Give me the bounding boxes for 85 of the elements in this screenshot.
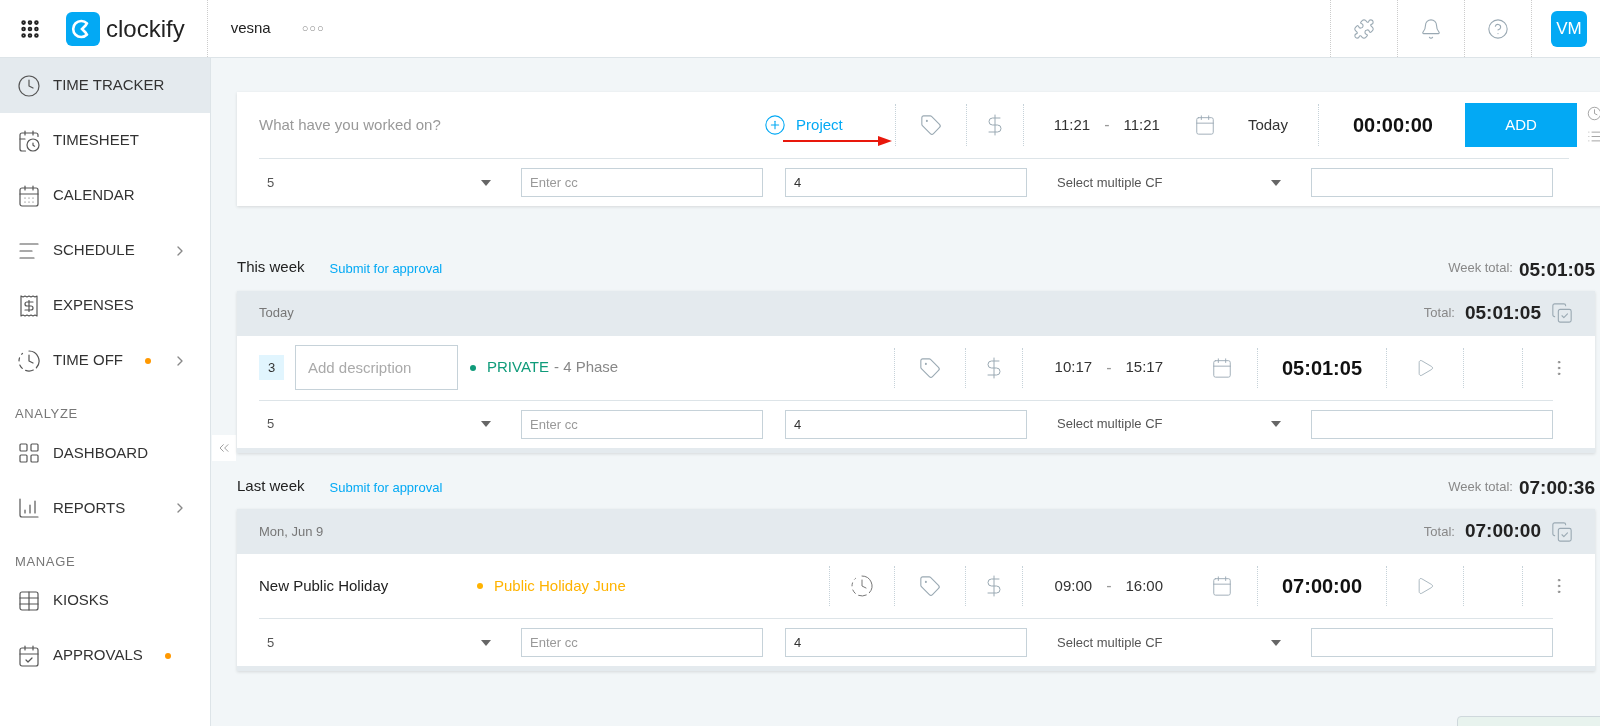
day-total-label: Total: bbox=[1423, 522, 1455, 541]
date-label[interactable]: Today bbox=[1247, 113, 1318, 137]
dropdown[interactable]: 5 bbox=[259, 409, 499, 439]
calendar-clock-icon bbox=[17, 128, 41, 153]
clock-icon bbox=[849, 574, 874, 598]
caret-icon bbox=[1271, 639, 1281, 646]
grid-icon bbox=[17, 441, 41, 465]
calendar-check-icon bbox=[17, 643, 41, 668]
dropdown[interactable]: Select multiple CF bbox=[1049, 409, 1289, 439]
duration[interactable]: 07:00:00 bbox=[1258, 571, 1386, 601]
day-total: 07:00:00 bbox=[1464, 519, 1541, 544]
logo-text: clockify bbox=[106, 13, 185, 44]
week-total: 07:00:36 bbox=[1518, 478, 1595, 497]
caret-icon bbox=[1271, 179, 1281, 186]
input-field[interactable] bbox=[1311, 409, 1553, 439]
bar-chart-icon bbox=[17, 496, 41, 520]
logo-icon bbox=[66, 11, 100, 46]
collapse-button[interactable] bbox=[212, 435, 236, 461]
input-field[interactable]: 4 bbox=[785, 409, 1027, 439]
caret-icon bbox=[481, 421, 491, 427]
caret-icon bbox=[1271, 421, 1281, 427]
tag-icon[interactable] bbox=[919, 114, 942, 136]
calendar-icon bbox=[17, 183, 41, 208]
apps-icon[interactable] bbox=[19, 17, 41, 40]
input-field[interactable]: 4 bbox=[785, 628, 1027, 657]
day-label: Today bbox=[259, 304, 294, 323]
description-field[interactable]: What have you worked on? bbox=[259, 113, 659, 137]
section-heading: ANALYZE bbox=[14, 405, 79, 423]
week-total: 05:01:05 bbox=[1518, 259, 1595, 279]
calendar-icon[interactable] bbox=[1211, 575, 1233, 597]
duration: 00:00:00 bbox=[1352, 113, 1433, 138]
start-time[interactable]: 11:21 bbox=[1053, 113, 1091, 137]
week-label: Last week bbox=[237, 475, 305, 496]
bulk-edit-icon[interactable] bbox=[1551, 520, 1573, 543]
count-badge[interactable]: 3 bbox=[259, 355, 284, 380]
clock-icon bbox=[17, 348, 41, 373]
clock-icon bbox=[17, 73, 41, 98]
plus-icon bbox=[764, 114, 787, 136]
week-total-label: Week total: bbox=[1448, 259, 1513, 277]
dropdown[interactable]: Select multiple CF bbox=[1049, 628, 1289, 657]
time-separator: - bbox=[1106, 357, 1112, 378]
entry-description[interactable]: New Public Holiday bbox=[259, 574, 465, 598]
input-field[interactable] bbox=[1311, 628, 1553, 657]
description-field[interactable]: Add description bbox=[295, 345, 458, 390]
start-time[interactable]: 10:17 bbox=[1054, 356, 1093, 379]
list-icon[interactable] bbox=[1586, 129, 1600, 144]
time-separator: - bbox=[1106, 576, 1112, 596]
more-menu[interactable]: ○○○ bbox=[301, 20, 325, 37]
end-time[interactable]: 15:17 bbox=[1125, 356, 1163, 379]
table-icon bbox=[17, 588, 41, 613]
tag-icon[interactable] bbox=[918, 356, 941, 379]
end-time[interactable]: 16:00 bbox=[1125, 574, 1163, 598]
input-field[interactable]: 4 bbox=[785, 168, 1027, 197]
end-time[interactable]: 11:21 bbox=[1123, 113, 1160, 137]
dropdown[interactable]: Select multiple CF bbox=[1049, 168, 1289, 197]
day-label: Mon, Jun 9 bbox=[259, 522, 324, 541]
bulk-edit-icon[interactable] bbox=[1551, 302, 1573, 324]
section-heading: MANAGE bbox=[14, 552, 77, 571]
week-total-label: Week total: bbox=[1448, 477, 1513, 496]
project-label[interactable]: PRIVATE bbox=[487, 356, 549, 379]
tag-icon[interactable] bbox=[918, 575, 941, 597]
calendar-icon[interactable] bbox=[1211, 356, 1233, 379]
nav-item[interactable]: TIME TRACKER bbox=[0, 58, 210, 113]
start-time[interactable]: 09:00 bbox=[1054, 574, 1093, 598]
help-icon[interactable] bbox=[1487, 17, 1509, 40]
caret-icon bbox=[481, 179, 491, 186]
input-field[interactable] bbox=[1311, 168, 1553, 197]
receipt-icon bbox=[17, 293, 41, 318]
input-field[interactable]: Enter cc bbox=[521, 168, 763, 197]
input-field[interactable]: Enter cc bbox=[521, 628, 763, 657]
puzzle-icon[interactable] bbox=[1353, 17, 1375, 40]
dropdown[interactable]: 5 bbox=[259, 628, 499, 657]
workspace-name[interactable]: vesna bbox=[230, 17, 271, 40]
week-label: This week bbox=[237, 257, 305, 277]
day-total: 05:01:05 bbox=[1464, 300, 1541, 325]
dropdown[interactable]: 5 bbox=[259, 168, 499, 197]
time-separator: - bbox=[1104, 115, 1110, 135]
duration[interactable]: 05:01:05 bbox=[1258, 352, 1386, 383]
task-label[interactable]: - 4 Phase bbox=[553, 356, 619, 379]
input-field[interactable]: Enter cc bbox=[521, 409, 763, 439]
day-total-label: Total: bbox=[1423, 304, 1455, 323]
bell-icon[interactable] bbox=[1420, 17, 1442, 40]
caret-icon bbox=[481, 639, 491, 646]
calendar-icon[interactable] bbox=[1193, 114, 1216, 136]
clock-icon[interactable] bbox=[1586, 106, 1600, 121]
